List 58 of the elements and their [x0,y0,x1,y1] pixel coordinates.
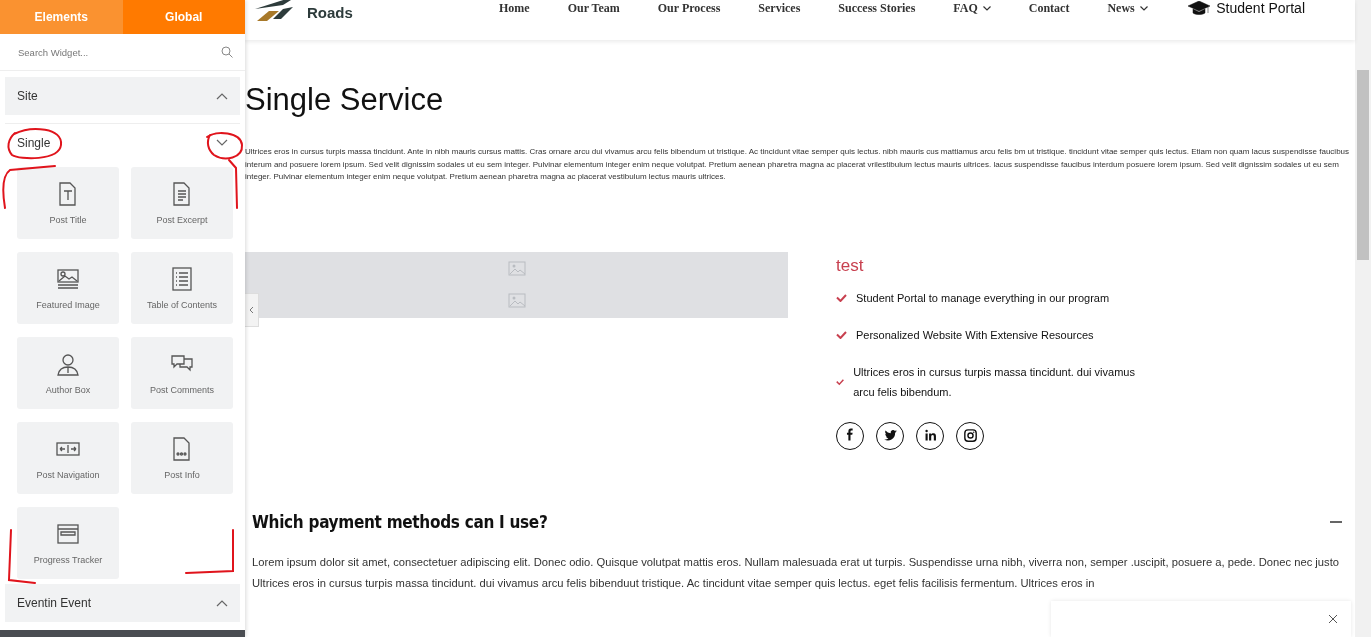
instagram-icon [961,427,979,444]
intro-paragraph: Ultrices eros in cursus turpis massa tincidunt. Ante in nibh mauris cursus mattis. Cras ornare arcu dui vivamus arcu felis bibendum ut tristique. Ac tincidunt vitae semper quis lectus. nibh mauris cus mattiamus arcu felis bm ut tristique. tincidunt vitae semper quis lectus. Etiam non quam lacus suspendisse faucibus interum and posuere lorem ipsum. Sed velit dignissim sodales ut eu sem integer. Pulvinar elementum integer enim neque volutpat. Pretium aenean pharetra magna ac placerat vrilestibulum lectus mauris ultrices. lacus suspendisse faucibus interdum posuere lorem ipsum. Sed velit dignissim sodales ut eu sem integer. Pulvinar elementum integer enim neque volutpat. Pretium aenean pharetra magna ac placerat vestibulum lectus mauris ultrices. [245,146,1351,183]
annotation-mark [7,529,36,584]
faq-answer: Lorem ipsum dolor sit amet, consectetuer adipiscing elit. Donec odio. Quisque volutpat mattis eros. Nullam malesuada erat ut turpis. Suspendisse urna nibh, viverra non, semper .uscipit, posuere a, pede. Donec nec justo Ultrices eros in cursus turpis massa tincidunt. dui vivamus arcu felis bibenduut tristique. Ac tincidunt vitae semper quis lectus. eget felis facilisis fermentum. Ultrices eros in [252,554,1340,591]
graduation-cap-icon [1188,1,1211,15]
widget-tile[interactable]: Progress Tracker [17,507,119,579]
chevron-icon[interactable] [216,92,228,100]
widget-tile[interactable]: Post Navigation [17,422,119,494]
widget-tile[interactable]: Table of Contents [131,252,233,324]
check-icon [836,377,845,386]
check-icon [836,293,847,302]
widget-tile[interactable]: Post Excerpt [131,167,233,239]
close-icon[interactable] [1329,615,1337,623]
nav-link[interactable]: Contact [1028,0,1070,16]
chevron-icon[interactable] [216,599,228,607]
chevron-icon [249,306,254,314]
logo-text: Roads [307,4,353,21]
widget-tile[interactable]: Author Box [17,337,119,409]
category-header[interactable]: Site [5,77,240,115]
image-placeholder-icon [507,293,526,308]
question-text: Which payment methods can I use? [252,511,548,532]
annotation-mark [185,529,234,574]
category-title: Single [17,136,51,150]
feature-text: Student Portal to manage everything in our program [856,290,1110,306]
search-icon[interactable] [221,46,233,58]
annotation-mark [2,165,56,209]
tracker-icon [56,521,80,546]
nav-link[interactable]: Services [758,0,801,16]
collapse-icon[interactable] [1330,520,1342,523]
nav-link[interactable]: Our Process [657,0,721,16]
widget-tile[interactable]: Featured Image [17,252,119,324]
feature-title: test [836,255,865,276]
faq-question[interactable]: Which payment methods can I use? [252,511,1342,532]
chevron-icon[interactable] [216,139,228,147]
annotation-mark [228,159,238,209]
nav-link[interactable]: Home [499,0,530,16]
widget-tile[interactable]: Post Title [17,167,119,239]
category-title: Eventin Event [17,596,92,610]
nav-link[interactable]: News [1107,0,1148,16]
scrollbar[interactable] [1355,0,1371,637]
toc-icon [170,266,194,291]
feature-text: Personalized Website With Extensive Resources [856,327,1094,343]
panel-toggle[interactable] [245,293,259,327]
widget-tile[interactable]: Post Comments [131,337,233,409]
category-title: Site [17,89,38,103]
image-icon [56,266,80,291]
check-icon [836,330,847,339]
widget-tile[interactable]: Post Info [131,422,233,494]
nav-link[interactable]: FAQ [953,0,991,16]
nav-link[interactable]: Success Stories [838,0,916,16]
author-icon [56,351,80,376]
page-title: Single Service [245,82,445,118]
feature-text: Ultrices eros in cursus turpis massa tincidunt. dui vivamus arcu felis bibendum. [853,364,1136,400]
image-placeholder-icon [507,261,526,276]
nav-link[interactable]: Our Team [567,0,620,16]
portal-link[interactable]: Student Portal [1188,0,1305,16]
scrollbar-thumb[interactable] [1357,70,1369,260]
category-header[interactable]: Eventin Event [5,584,240,622]
